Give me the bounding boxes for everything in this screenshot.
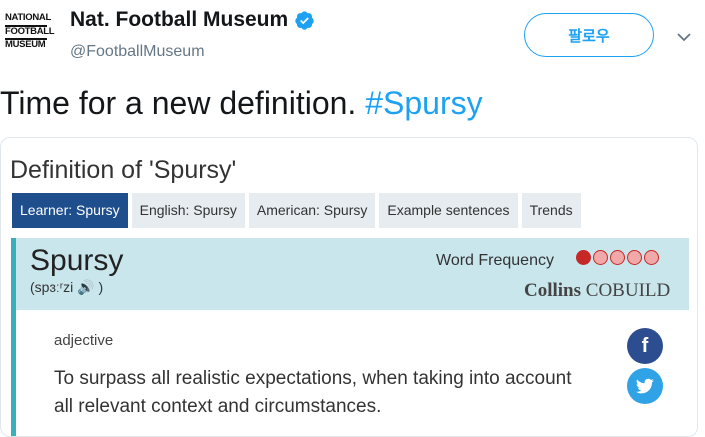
twitter-bird-icon — [636, 378, 654, 394]
frequency-dot-empty — [644, 250, 659, 265]
card-title: Definition of 'Spursy' — [10, 156, 237, 184]
brand-bold: Collins — [524, 280, 582, 301]
facebook-icon: f — [641, 334, 649, 357]
facebook-share-button[interactable]: f — [627, 328, 663, 364]
museum-logo[interactable]: NATIONAL FOOTBALL MUSEUM — [5, 12, 55, 57]
tweet-body: Time for a new definition. — [0, 85, 366, 121]
pronunciation-close: ) — [98, 279, 104, 295]
word-frequency-dots — [576, 250, 659, 265]
twitter-share-button[interactable] — [627, 368, 663, 404]
pronunciation: (spɜːʳzi 🔊 ) — [30, 279, 103, 296]
definition-text: To surpass all realistic expectations, w… — [54, 368, 572, 417]
brand-rest: COBUILD — [585, 280, 671, 301]
tab-learner[interactable]: Learner: Spursy — [12, 193, 128, 228]
tab-english[interactable]: English: Spursy — [131, 193, 245, 228]
tweet-text: Time for a new definition. #Spursy — [0, 85, 483, 122]
logo-line-3: MUSEUM — [5, 39, 46, 50]
display-name-text: Nat. Football Museum — [70, 8, 289, 31]
headword: Spursy — [30, 244, 124, 277]
verified-badge-icon — [295, 10, 314, 30]
frequency-dot-empty — [610, 250, 625, 265]
hashtag-link[interactable]: #Spursy — [365, 85, 482, 121]
definition-tabs: Learner: Spursy English: Spursy American… — [12, 193, 581, 228]
pronunciation-text: (spɜːʳzi — [30, 279, 74, 295]
chevron-down-icon[interactable] — [676, 29, 692, 45]
logo-line-1: NATIONAL — [5, 12, 51, 23]
tab-american[interactable]: American: Spursy — [248, 193, 376, 228]
entry-body: adjective To surpass all realistic expec… — [11, 310, 689, 436]
logo-line-2: FOOTBALL — [5, 25, 55, 37]
frequency-dot-empty — [627, 250, 642, 265]
tab-example-sentences[interactable]: Example sentences — [379, 193, 518, 228]
tab-trends[interactable]: Trends — [521, 193, 581, 228]
frequency-dot-filled — [576, 250, 591, 265]
part-of-speech: adjective — [54, 332, 114, 349]
account-handle[interactable]: @FootballMuseum — [70, 43, 205, 61]
follow-button[interactable]: 팔로우 — [524, 13, 654, 57]
account-name[interactable]: Nat. Football Museum — [70, 8, 315, 32]
word-frequency-label: Word Frequency — [436, 252, 554, 269]
frequency-dot-empty — [593, 250, 608, 265]
entry-header: Spursy (spɜːʳzi 🔊 ) Word Frequency Colli… — [11, 238, 689, 310]
collins-cobuild-logo: Collins COBUILD — [524, 280, 670, 302]
speaker-icon[interactable]: 🔊 — [77, 279, 94, 295]
link-card[interactable]: Definition of 'Spursy' Learner: Spursy E… — [0, 137, 698, 437]
